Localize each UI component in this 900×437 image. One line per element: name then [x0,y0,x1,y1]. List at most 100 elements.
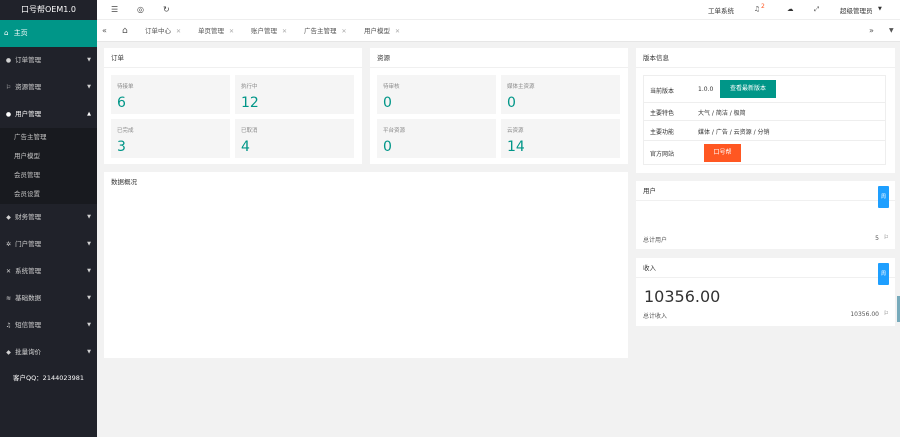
sidebar-item-resources[interactable]: ⚐ 资源管理 ▼ [0,74,97,101]
stat-value: 3 [117,139,126,155]
home-icon: ⌂ [4,29,9,37]
layers-icon: ≋ [5,295,12,302]
stat-label: 已取消 [241,128,258,134]
stat-pending[interactable]: 待接单 6 [111,75,230,114]
sidebar-item-orders[interactable]: ● 订单管理 ▼ [0,47,97,74]
sidebar-item-finance[interactable]: ◆ 财务管理 ▼ [0,204,97,231]
close-icon[interactable]: ✕ [229,28,234,35]
sidebar-subitem[interactable]: 用户模型 [0,147,97,166]
orders-title: 订单 [104,48,362,68]
fullscreen-icon[interactable]: ⤢ [814,5,819,14]
total-users-label: 总计用户 [643,237,668,244]
tab-label: 订单中心 [145,27,171,35]
sidebar-item-sms[interactable]: ♫ 短信管理 ▼ [0,312,97,339]
income-title: 收入 周 [636,258,895,285]
chevron-down-icon: ▼ [87,295,91,301]
version-row: 官方网站 口号帮 [644,141,885,165]
overview-title: 数据概况 [111,178,137,186]
version-value: 大气 / 简洁 / 极简 [698,110,746,117]
stat-cloud-resources[interactable]: 云资源 14 [501,119,620,158]
version-table: 当前版本 1.0.0 查看最新版本 主要特色 大气 / 简洁 / 极简 主要功能… [643,75,886,165]
sidebar-subitem[interactable]: 会员设置 [0,185,97,204]
overview-card: 数据概况 [104,172,628,358]
bell-icon[interactable]: ♫ [754,5,760,13]
sidebar-item-basedata[interactable]: ≋ 基础数据 ▼ [0,285,97,312]
tab-advertisers[interactable]: 广告主管理 ✕ [304,20,347,42]
chevron-down-icon: ▼ [87,349,91,355]
chevron-down-icon: ▼ [87,214,91,220]
version-value: 1.0.0 [698,86,714,93]
tabs-scroll-left-icon[interactable]: « [102,20,107,42]
tab-label: 账户管理 [251,27,277,35]
income-card: 收入 周 10356.00 总计收入 10356.00 ⚐ [636,258,895,326]
version-value: 媒体 / 广告 / 云资源 / 分销 [698,129,770,136]
close-icon[interactable]: ✕ [176,28,181,35]
globe-icon[interactable]: ◎ [137,5,144,14]
version-title: 版本信息 [636,48,895,68]
sidebar-item-users[interactable]: ● 用户管理 ▲ [0,101,97,128]
sidebar-item-label: 财务管理 [15,213,42,221]
flag-icon: ⚐ [883,234,889,241]
diamond-icon: ◆ [6,349,11,356]
flag-icon: ⚐ [883,310,889,317]
chevron-down-icon: ▼ [87,241,91,247]
total-users-value: 5 [875,235,879,242]
sidebar-subitem[interactable]: 会员管理 [0,166,97,185]
tab-pages[interactable]: 单页管理 ✕ [198,20,234,42]
tabs-scroll-right-icon[interactable]: » [869,20,874,42]
tab-accounts[interactable]: 账户管理 ✕ [251,20,287,42]
stat-completed[interactable]: 已完成 3 [111,119,230,158]
sidebar-item-label: 短信管理 [15,321,42,329]
top-header: ☰ ◎ ↻ 工单系统 ♫ 2 ☁ ⤢ 超级管理员 ▼ [97,0,900,20]
close-icon[interactable]: ✕ [282,28,287,35]
official-site-button[interactable]: 口号帮 [704,144,741,162]
customer-qq: 客户QQ：2144023981 [12,374,85,382]
stat-platform-resources[interactable]: 平台资源 0 [377,119,496,158]
close-icon[interactable]: ✕ [395,28,400,35]
refresh-icon[interactable]: ↻ [163,5,170,14]
stat-review[interactable]: 待审核 0 [377,75,496,114]
sidebar-item-label: 资源管理 [15,83,42,91]
stat-label: 待接单 [117,84,134,90]
chevron-down-icon: ▼ [87,84,91,90]
tab-orders[interactable]: 订单中心 ✕ [145,20,181,42]
user-menu[interactable]: 超级管理员 [840,5,873,15]
tab-label: 单页管理 [198,27,224,35]
stat-executing[interactable]: 执行中 12 [235,75,354,114]
check-version-button[interactable]: 查看最新版本 [720,80,776,98]
sidebar-subitem[interactable]: 广告主管理 [0,128,97,147]
sidebar-item-inquiry[interactable]: ◆ 批量询价 ▼ [0,339,97,366]
work-order-link[interactable]: 工单系统 [708,5,734,15]
period-badge: 周 [877,186,889,208]
sidebar-item-portal[interactable]: ✲ 门户管理 ▼ [0,231,97,258]
version-card: 版本信息 当前版本 1.0.0 查看最新版本 主要特色 大气 / 简洁 / 极简… [636,48,895,173]
sidebar-item-home[interactable]: ⌂ 主页 [0,20,97,47]
stat-value: 12 [241,95,259,111]
card-title: 用户 [643,187,656,195]
sidebar-item-label: 用户管理 [15,110,42,118]
income-amount: 10356.00 [644,287,721,306]
close-icon[interactable]: ✕ [342,28,347,35]
tab-user-model[interactable]: 用户模型 ✕ [364,20,400,42]
stat-label: 待审核 [383,84,400,90]
stat-media-resources[interactable]: 媒体主资源 0 [501,75,620,114]
version-key: 主要特色 [650,110,675,117]
stat-label: 云资源 [507,128,524,134]
user-icon: ● [5,111,12,118]
stat-cancelled[interactable]: 已取消 4 [235,119,354,158]
sidebar-item-label: 门户管理 [15,240,42,248]
chevron-down-icon: ▼ [87,268,91,274]
tabs-menu-icon[interactable]: ▼ [889,20,894,42]
sidebar-item-label: 主页 [13,29,28,37]
resources-title: 资源 [370,48,628,68]
version-key: 主要功能 [650,129,675,136]
card-title: 收入 [643,264,656,272]
menu-toggle-icon[interactable]: ☰ [111,5,118,14]
chat-icon[interactable]: ☁ [787,5,794,13]
stat-label: 媒体主资源 [507,84,535,90]
home-tab-icon[interactable]: ⌂ [122,20,128,42]
user-icon: ● [5,57,12,64]
total-income-label: 总计收入 [643,313,668,320]
users-title: 用户 周 [636,181,895,208]
sidebar-item-system[interactable]: ✕ 系统管理 ▼ [0,258,97,285]
